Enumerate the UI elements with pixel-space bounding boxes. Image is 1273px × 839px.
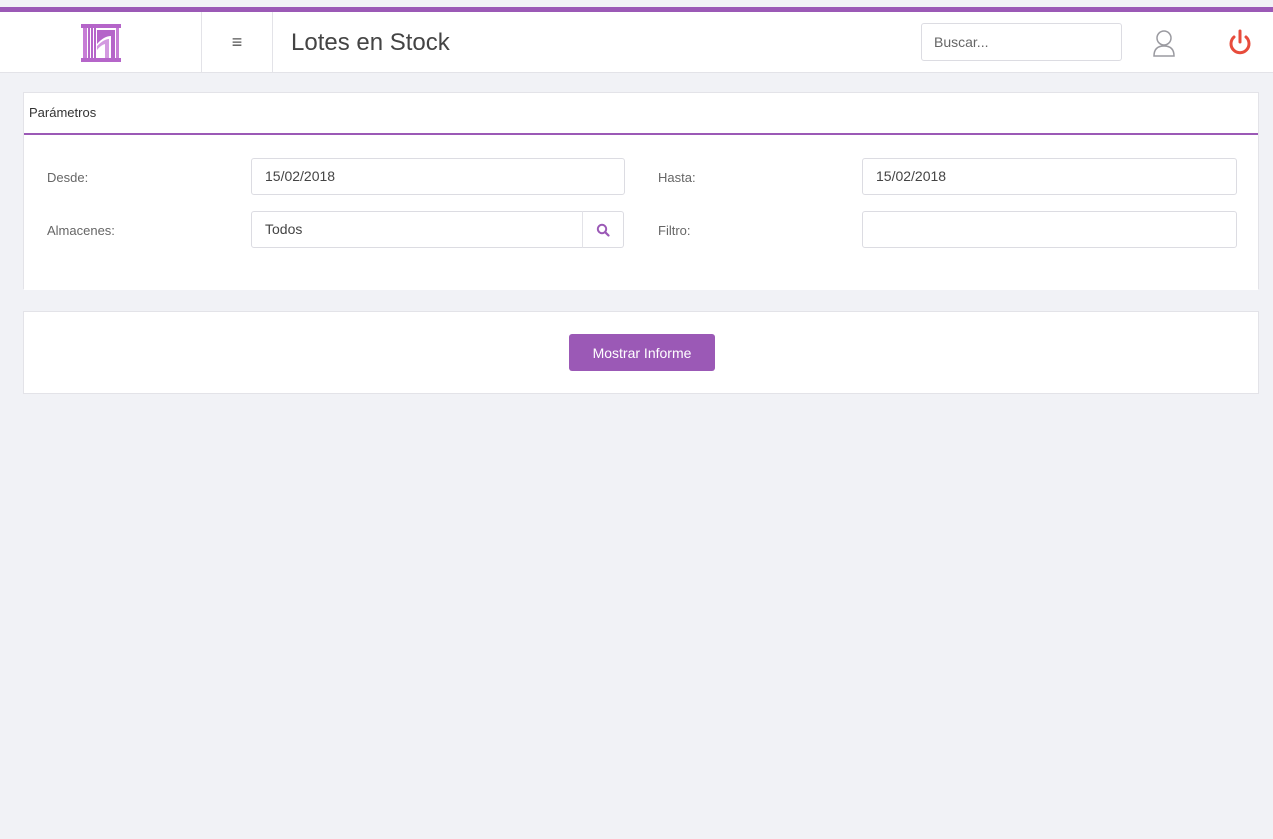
- logo-icon: [80, 23, 121, 62]
- show-report-button[interactable]: Mostrar Informe: [569, 334, 715, 371]
- hamburger-icon: ≡: [231, 32, 243, 52]
- user-icon: [1153, 30, 1175, 57]
- almacenes-field[interactable]: Todos: [251, 211, 583, 248]
- user-button[interactable]: [1151, 28, 1177, 58]
- parameters-panel: Parámetros Desde: 15/02/2018 Hasta: 15/0…: [23, 92, 1259, 290]
- actions-panel: Mostrar Informe: [23, 311, 1259, 394]
- almacenes-search-button[interactable]: [582, 211, 624, 248]
- parameters-panel-header: Parámetros: [24, 93, 1258, 135]
- desde-field[interactable]: 15/02/2018: [251, 158, 625, 195]
- hamburger-menu-button[interactable]: ≡: [202, 12, 273, 73]
- top-bar: ≡ Lotes en Stock: [0, 12, 1273, 73]
- page-title: Lotes en Stock: [291, 29, 450, 56]
- filtro-field[interactable]: [862, 211, 1237, 248]
- power-icon: [1229, 29, 1251, 55]
- desde-label: Desde:: [47, 170, 89, 185]
- search-icon: [596, 223, 610, 237]
- hasta-label: Hasta:: [658, 170, 696, 185]
- power-button[interactable]: [1226, 28, 1254, 58]
- almacenes-label: Almacenes:: [47, 223, 115, 238]
- hasta-field[interactable]: 15/02/2018: [862, 158, 1237, 195]
- logo[interactable]: [0, 12, 202, 73]
- search-input[interactable]: [921, 23, 1122, 61]
- parameters-heading: Parámetros: [29, 105, 97, 120]
- filtro-label: Filtro:: [658, 223, 691, 238]
